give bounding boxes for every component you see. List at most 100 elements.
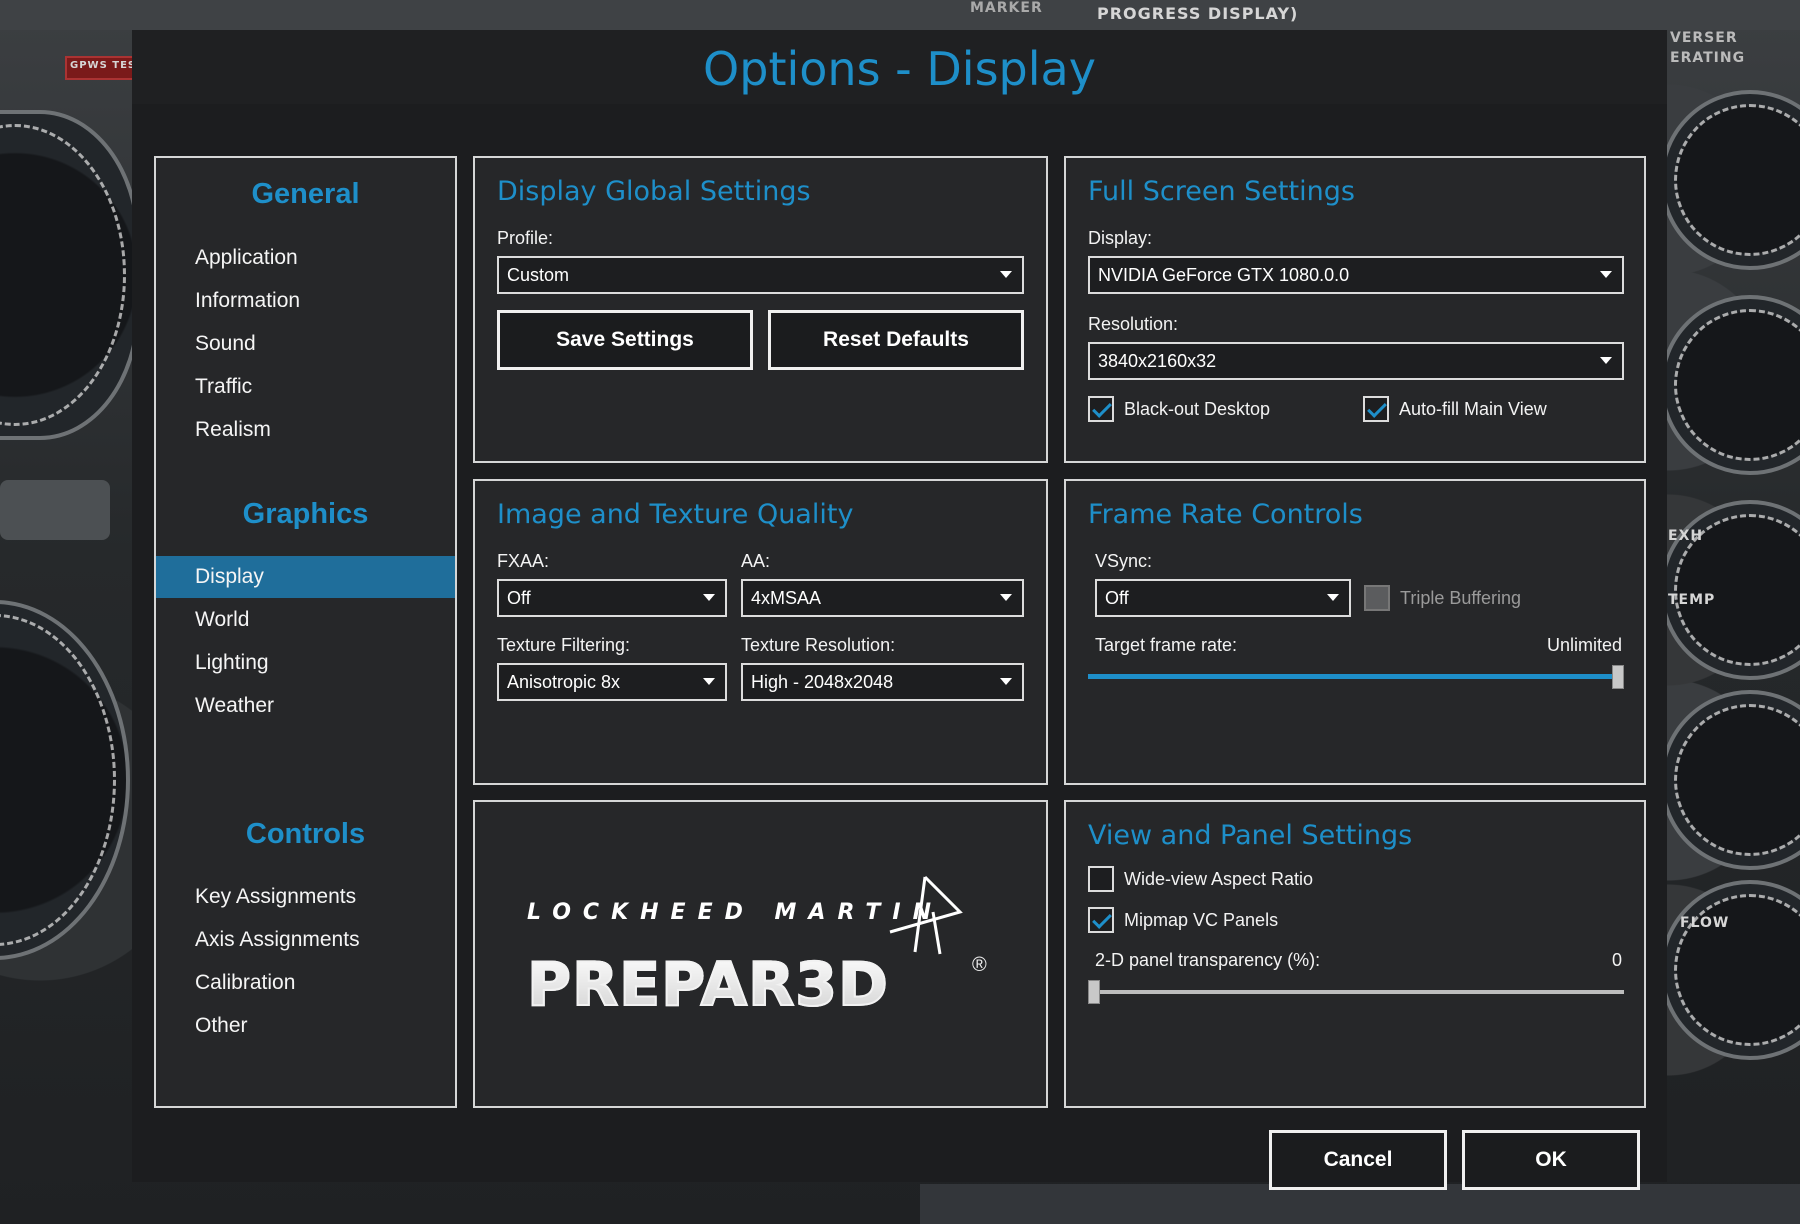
mipmap-vc-panels-checkbox[interactable] (1088, 907, 1114, 933)
top-panel-strip (0, 0, 1800, 30)
gauge-attitude (0, 110, 140, 440)
gauge-n1 (1660, 295, 1800, 475)
triple-buffering-checkbox[interactable] (1364, 585, 1390, 611)
chevron-down-icon (1327, 594, 1339, 601)
panel-title-image-texture: Image and Texture Quality (497, 499, 854, 530)
target-frame-rate-slider-thumb[interactable] (1612, 665, 1624, 689)
chevron-down-icon (703, 594, 715, 601)
cancel-button[interactable]: Cancel (1269, 1130, 1447, 1190)
prepar3d-logo-text: PREPAR3D (526, 949, 889, 1021)
profile-value: Custom (507, 265, 570, 285)
profile-label: Profile: (497, 228, 554, 248)
panel-title-full-screen: Full Screen Settings (1088, 176, 1355, 207)
sidebar-item-other[interactable]: Other (156, 1005, 455, 1047)
autofill-main-view-checkbox[interactable] (1363, 396, 1389, 422)
texture-filtering-dropdown[interactable]: Anisotropic 8x (497, 663, 727, 701)
sidebar-item-traffic[interactable]: Traffic (156, 366, 455, 408)
sidebar-heading-graphics: Graphics (242, 498, 369, 530)
mipmap-vc-panels-label: Mipmap VC Panels (1124, 910, 1279, 930)
aa-label: AA: (741, 551, 771, 571)
panel-logo: LOCKHEED MARTIN PREPAR3D ® (473, 800, 1048, 1108)
sidebar-heading-general: General (251, 178, 360, 210)
texture-filtering-label: Texture Filtering: (497, 635, 631, 655)
lockheed-martin-star-icon (889, 875, 963, 955)
profile-dropdown[interactable]: Custom (497, 256, 1024, 294)
chevron-down-icon (1000, 271, 1012, 278)
dialog-body: General Application Information Sound Tr… (132, 104, 1667, 1190)
dialog-title: Options - Display (703, 42, 1096, 96)
gauge-n2 (1660, 690, 1800, 870)
panel-image-texture: Image and Texture Quality FXAA: Off AA: … (473, 479, 1048, 785)
sidebar-item-realism[interactable]: Realism (156, 409, 455, 451)
panel-transparency-slider-track[interactable] (1088, 990, 1624, 994)
panel-title-display-global: Display Global Settings (497, 176, 811, 207)
vsync-label: VSync: (1095, 551, 1153, 571)
bg-label-temp: TEMP (1668, 592, 1716, 608)
panel-display-global: Display Global Settings Profile: Custom … (473, 156, 1048, 463)
aa-dropdown[interactable]: 4xMSAA (741, 579, 1024, 617)
save-settings-button[interactable]: Save Settings (497, 310, 753, 370)
wide-view-aspect-checkbox[interactable] (1088, 866, 1114, 892)
aa-value: 4xMSAA (751, 588, 822, 608)
panel-transparency-slider-thumb[interactable] (1088, 980, 1100, 1004)
chevron-down-icon (1600, 357, 1612, 364)
target-frame-rate-slider-fill (1088, 674, 1618, 679)
autofill-main-view-label: Auto-fill Main View (1399, 399, 1547, 419)
options-dialog: Options - Display General Application In… (132, 30, 1667, 1190)
bg-label-marker: MARKER (970, 0, 1043, 16)
fxaa-value: Off (507, 588, 531, 608)
options-sidebar: General Application Information Sound Tr… (154, 156, 457, 1108)
display-label: Display: (1088, 228, 1153, 248)
texture-resolution-dropdown[interactable]: High - 2048x2048 (741, 663, 1024, 701)
sidebar-item-display[interactable]: Display (156, 556, 455, 598)
sidebar-item-world[interactable]: World (156, 599, 455, 641)
sidebar-item-axis-assignments[interactable]: Axis Assignments (156, 919, 455, 961)
resolution-dropdown[interactable]: 3840x2160x32 (1088, 342, 1624, 380)
display-value: NVIDIA GeForce GTX 1080.0.0 (1098, 265, 1350, 285)
gauge-hsi (0, 600, 130, 960)
sidebar-heading-controls: Controls (245, 818, 366, 850)
texture-resolution-label: Texture Resolution: (741, 635, 896, 655)
bottom-panel-strip (920, 1184, 1800, 1224)
chevron-down-icon (1000, 594, 1012, 601)
gauge-egt (1660, 500, 1800, 680)
chevron-down-icon (1000, 678, 1012, 685)
fxaa-label: FXAA: (497, 551, 550, 571)
panel-frame-rate: Frame Rate Controls VSync: Off Triple Bu… (1064, 479, 1646, 785)
reset-defaults-button[interactable]: Reset Defaults (768, 310, 1024, 370)
panel-transparency-label: 2-D panel transparency (%): (1095, 950, 1321, 970)
sidebar-item-lighting[interactable]: Lighting (156, 642, 455, 684)
bg-knob-strip (0, 480, 110, 540)
bg-label-progress: PROGRESS DISPLAY) (1097, 4, 1299, 23)
display-dropdown[interactable]: NVIDIA GeForce GTX 1080.0.0 (1088, 256, 1624, 294)
lockheed-martin-logo-text: LOCKHEED MARTIN (527, 900, 943, 925)
vsync-value: Off (1105, 588, 1129, 608)
bg-label-erating: ERATING (1670, 50, 1746, 66)
bg-label-exh: EXH (1668, 528, 1704, 544)
fxaa-dropdown[interactable]: Off (497, 579, 727, 617)
texture-filtering-value: Anisotropic 8x (507, 672, 621, 692)
panel-transparency-value: 0 (1611, 950, 1622, 970)
sidebar-item-application[interactable]: Application (156, 237, 455, 279)
panel-title-view-panel: View and Panel Settings (1088, 820, 1413, 851)
triple-buffering-label: Triple Buffering (1400, 588, 1522, 608)
blackout-desktop-label: Black-out Desktop (1124, 399, 1271, 419)
bg-label-flow: FLOW (1680, 915, 1730, 931)
chevron-down-icon (1600, 271, 1612, 278)
target-frame-rate-label: Target frame rate: (1095, 635, 1238, 655)
sidebar-item-sound[interactable]: Sound (156, 323, 455, 365)
gauge-fuel-flow (1660, 880, 1800, 1060)
sidebar-item-calibration[interactable]: Calibration (156, 962, 455, 1004)
panel-title-frame-rate: Frame Rate Controls (1088, 499, 1363, 530)
blackout-desktop-checkbox[interactable] (1088, 396, 1114, 422)
ok-button[interactable]: OK (1462, 1130, 1640, 1190)
chevron-down-icon (703, 678, 715, 685)
resolution-label: Resolution: (1088, 314, 1179, 334)
dialog-header: Options - Display (132, 30, 1667, 104)
sidebar-item-weather[interactable]: Weather (156, 685, 455, 727)
resolution-value: 3840x2160x32 (1098, 351, 1217, 371)
sidebar-item-information[interactable]: Information (156, 280, 455, 322)
vsync-dropdown[interactable]: Off (1095, 579, 1351, 617)
sidebar-item-key-assignments[interactable]: Key Assignments (156, 876, 455, 918)
gauge-epr (1660, 90, 1800, 270)
